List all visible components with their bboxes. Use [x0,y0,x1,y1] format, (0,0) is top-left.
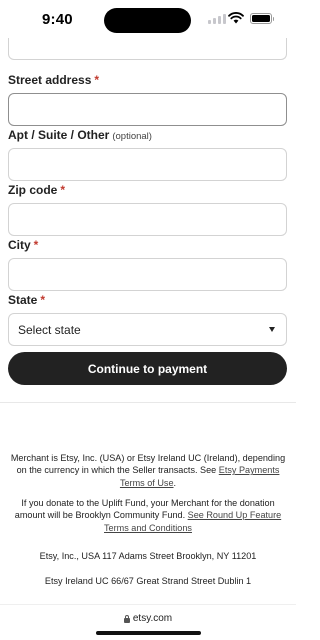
signal-icon [208,14,226,24]
city-field: City * [8,237,287,291]
state-label: State * [8,292,287,308]
optional-hint: (optional) [112,131,152,142]
dynamic-island [104,8,191,33]
url-display: etsy.com [0,613,296,624]
street-address-field: Street address * [8,72,287,126]
state-field: State * Select state [8,292,287,346]
url-text: etsy.com [132,613,173,624]
state-select[interactable]: Select state [8,313,287,346]
chevron-down-icon [269,327,275,332]
zip-code-field: Zip code * [8,182,287,236]
previous-field-input[interactable] [8,38,287,60]
home-indicator [96,631,201,635]
zip-code-label-text: Zip code [8,183,58,197]
status-time: 9:40 [42,11,73,28]
status-bar: 9:40 [0,0,296,40]
etsy-usa-address: Etsy, Inc., USA 117 Adams Street Brookly… [39,551,257,561]
city-label-text: City [8,238,31,252]
apt-suite-input[interactable] [8,148,287,181]
merchant-disclosure: Merchant is Etsy, Inc. (USA) or Etsy Ire… [8,452,288,489]
donation-disclosure: If you donate to the Uplift Fund, your M… [8,497,288,534]
battery-icon [250,13,274,24]
wifi-icon [228,12,244,24]
city-input[interactable] [8,258,287,291]
lock-icon [123,614,130,623]
apt-suite-field: Apt / Suite / Other (optional) [8,127,287,181]
required-marker: * [40,293,46,307]
required-marker: * [33,238,39,252]
apt-suite-label: Apt / Suite / Other (optional) [8,127,287,143]
apt-suite-label-text: Apt / Suite / Other [8,128,110,142]
zip-code-label: Zip code * [8,182,287,198]
street-address-label-text: Street address [8,73,92,87]
merchant-period: . [173,477,177,488]
section-divider [0,402,296,403]
required-marker: * [94,73,100,87]
required-marker: * [60,183,66,197]
etsy-ireland-address: Etsy Ireland UC 66/67 Great Strand Stree… [44,576,252,586]
city-label: City * [8,237,287,253]
state-select-value: Select state [18,322,81,337]
state-label-text: State [8,293,38,307]
street-address-label: Street address * [8,72,287,88]
continue-to-payment-button[interactable]: Continue to payment [8,352,287,385]
street-address-input[interactable] [8,93,287,126]
zip-code-input[interactable] [8,203,287,236]
